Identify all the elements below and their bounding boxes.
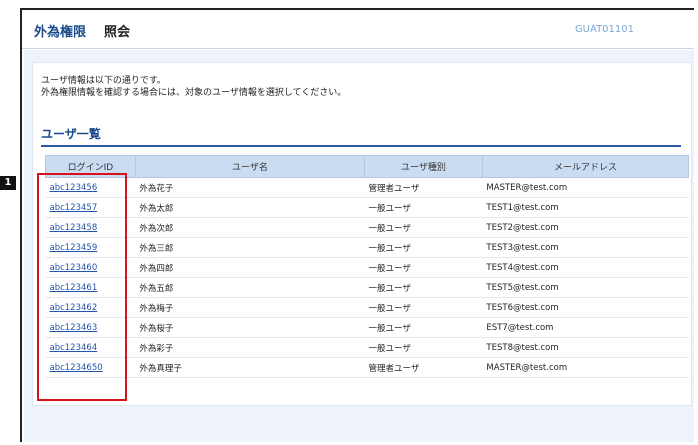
page-header: 外為権限 照会 GUAT01101	[22, 10, 694, 49]
login-id-link[interactable]: abc123460	[50, 263, 98, 273]
table-row: abc123458 外為次郎 一般ユーザ TEST2@test.com	[45, 217, 689, 238]
user-name-cell: 外為五郎	[135, 277, 365, 298]
table-row: abc123461 外為五郎 一般ユーザ TEST5@test.com	[45, 277, 689, 298]
user-type-cell: 一般ユーザ	[364, 297, 483, 318]
email-cell: TEST8@test.com	[482, 337, 689, 358]
email-cell: MASTER@test.com	[482, 357, 689, 378]
header-login-id: ログインID	[45, 155, 136, 178]
table-row: abc123463 外為桜子 一般ユーザ EST7@test.com	[45, 317, 689, 338]
login-id-link[interactable]: abc123459	[50, 243, 98, 253]
table-row: abc123464 外為彩子 一般ユーザ TEST8@test.com	[45, 337, 689, 358]
email-cell: TEST6@test.com	[482, 297, 689, 318]
user-type-cell: 一般ユーザ	[364, 217, 483, 238]
action-title: 照会	[104, 25, 131, 40]
user-name-cell: 外為三郎	[135, 237, 365, 258]
user-name-cell: 外為梅子	[135, 297, 365, 318]
user-name-cell: 外為四郎	[135, 257, 365, 278]
screen-code: GUAT01101	[574, 24, 634, 35]
login-id-link[interactable]: abc123461	[50, 283, 98, 293]
login-id-link[interactable]: abc123456	[50, 183, 98, 193]
user-type-cell: 管理者ユーザ	[364, 357, 483, 378]
login-id-link[interactable]: abc123464	[50, 343, 98, 353]
table-header-row: ログインID ユーザ名 ユーザ種別 メールアドレス	[45, 155, 690, 178]
login-id-link[interactable]: abc123462	[50, 303, 98, 313]
header-user-name: ユーザ名	[134, 155, 365, 178]
table-row: abc123462 外為梅子 一般ユーザ TEST6@test.com	[45, 297, 689, 318]
user-type-cell: 一般ユーザ	[364, 197, 483, 218]
content-area: ユーザ情報は以下の通りです。 外為権限情報を確認する場合には、対象のユーザ情報を…	[24, 50, 694, 442]
email-cell: MASTER@test.com	[482, 177, 689, 198]
user-name-cell: 外為花子	[135, 177, 365, 198]
email-cell: TEST5@test.com	[482, 277, 689, 298]
login-id-link[interactable]: abc123457	[50, 203, 98, 213]
user-type-cell: 一般ユーザ	[364, 277, 483, 298]
intro-line-2: 外為権限情報を確認する場合には、対象のユーザ情報を選択してください。	[41, 88, 347, 98]
user-type-cell: 一般ユーザ	[364, 317, 483, 338]
user-type-cell: 一般ユーザ	[364, 237, 483, 258]
main-panel: ユーザ情報は以下の通りです。 外為権限情報を確認する場合には、対象のユーザ情報を…	[32, 62, 692, 406]
user-name-cell: 外為太郎	[135, 197, 365, 218]
header-email: メールアドレス	[481, 155, 690, 178]
table-row: abc123459 外為三郎 一般ユーザ TEST3@test.com	[45, 237, 689, 258]
table-row: abc123460 外為四郎 一般ユーザ TEST4@test.com	[45, 257, 689, 278]
intro-line-1: ユーザ情報は以下の通りです。	[41, 76, 166, 86]
user-list-title: ユーザ一覧	[41, 125, 681, 147]
email-cell: TEST3@test.com	[482, 237, 689, 258]
email-cell: TEST2@test.com	[482, 217, 689, 238]
section-title: 外為権限	[34, 25, 87, 40]
login-id-link[interactable]: abc123458	[50, 223, 98, 233]
login-id-link[interactable]: abc1234650	[50, 363, 103, 373]
user-name-cell: 外為真理子	[135, 357, 365, 378]
table-row: abc123457 外為太郎 一般ユーザ TEST1@test.com	[45, 197, 689, 218]
email-cell: TEST4@test.com	[482, 257, 689, 278]
table-row: abc123456 外為花子 管理者ユーザ MASTER@test.com	[45, 177, 689, 198]
email-cell: EST7@test.com	[482, 317, 689, 338]
email-cell: TEST1@test.com	[482, 197, 689, 218]
user-type-cell: 一般ユーザ	[364, 337, 483, 358]
user-type-cell: 管理者ユーザ	[364, 177, 483, 198]
login-id-link[interactable]: abc123463	[50, 323, 98, 333]
user-table: ログインID ユーザ名 ユーザ種別 メールアドレス abc123456 外為花子…	[45, 155, 690, 378]
table-row: abc1234650 外為真理子 管理者ユーザ MASTER@test.com	[45, 357, 689, 378]
user-name-cell: 外為桜子	[135, 317, 365, 338]
user-name-cell: 外為次郎	[135, 217, 365, 238]
user-type-cell: 一般ユーザ	[364, 257, 483, 278]
step-marker: 1	[0, 176, 16, 190]
app-frame: 外為権限 照会 GUAT01101 ユーザ情報は以下の通りです。 外為権限情報を…	[20, 8, 694, 442]
intro-text: ユーザ情報は以下の通りです。 外為権限情報を確認する場合には、対象のユーザ情報を…	[41, 75, 346, 99]
user-name-cell: 外為彩子	[135, 337, 365, 358]
header-user-type: ユーザ種別	[363, 155, 483, 178]
